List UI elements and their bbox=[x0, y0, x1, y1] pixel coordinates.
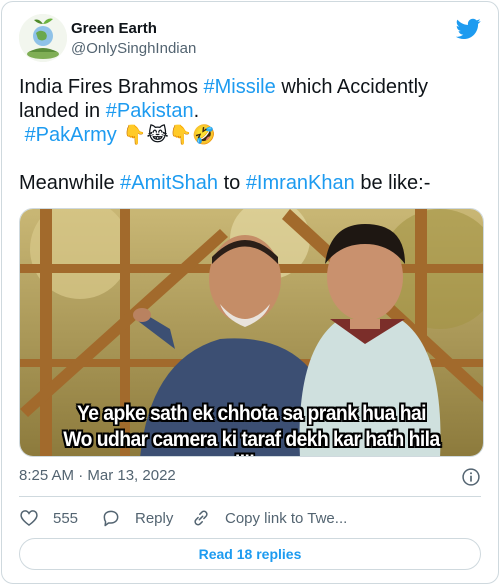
like-count: 555 bbox=[53, 509, 79, 527]
tweet-text-segment: which Accidently bbox=[275, 76, 429, 98]
tweet-text-segment: . bbox=[193, 100, 200, 122]
tweet-timestamp[interactable]: 8:25 AM · Mar 13, 2022 bbox=[19, 467, 176, 484]
tweet-text-segment: be like:- bbox=[354, 172, 431, 194]
tweet-text-line bbox=[19, 147, 484, 171]
tweet-card[interactable]: Green Earth @OnlySinghIndian India Fires… bbox=[1, 1, 499, 584]
hashtag-link[interactable]: #AmitShah bbox=[120, 172, 218, 194]
tweet-text-segment: Meanwhile bbox=[19, 172, 121, 194]
tweet-text-line: #PakArmy 👇😹👇🤣 bbox=[19, 123, 484, 147]
tweet-text-segment: to bbox=[218, 172, 246, 194]
meme-caption-line-1: Ye apke sath ek chhota sa prank hua hai bbox=[77, 402, 426, 425]
tweet-header: Green Earth @OnlySinghIndian bbox=[19, 14, 486, 64]
copy-link-button[interactable]: Copy link to Twe... bbox=[191, 507, 347, 529]
read-replies-button[interactable]: Read 18 replies bbox=[19, 538, 481, 570]
copy-link-label: Copy link to Twe... bbox=[225, 509, 348, 527]
reply-button[interactable]: Reply bbox=[101, 507, 173, 529]
tweet-text-segment bbox=[19, 148, 25, 170]
meme-image[interactable]: Ye apke sath ek chhota sa prank hua hai … bbox=[19, 208, 484, 457]
read-replies-label: Read 18 replies bbox=[198, 546, 302, 562]
tweet-text-segment: landed in bbox=[19, 100, 106, 122]
display-name[interactable]: Green Earth bbox=[71, 20, 157, 37]
hashtag-link[interactable]: #PakArmy bbox=[25, 124, 117, 146]
tweet-text-line: India Fires Brahmos #Missile which Accid… bbox=[19, 75, 484, 99]
tweet-text: India Fires Brahmos #Missile which Accid… bbox=[19, 75, 484, 195]
tweet-text-line: landed in #Pakistan. bbox=[19, 99, 484, 123]
reply-label: Reply bbox=[135, 509, 174, 527]
heart-icon bbox=[20, 510, 38, 527]
hashtag-link[interactable]: #Pakistan bbox=[106, 100, 194, 122]
avatar[interactable] bbox=[19, 14, 67, 62]
tweet-text-line: Meanwhile #AmitShah to #ImranKhan be lik… bbox=[19, 171, 484, 195]
link-icon bbox=[194, 510, 208, 526]
info-icon[interactable] bbox=[461, 467, 481, 487]
hashtag-link[interactable]: #ImranKhan bbox=[246, 172, 355, 194]
user-handle[interactable]: @OnlySinghIndian bbox=[71, 40, 196, 57]
hashtag-link[interactable]: #Missile bbox=[204, 76, 276, 98]
divider bbox=[19, 496, 481, 497]
twitter-bird-icon[interactable] bbox=[456, 16, 481, 41]
tweet-actions: 555 Reply Copy link to Twe... bbox=[19, 507, 481, 531]
tweet-text-segment: India Fires Brahmos bbox=[19, 76, 204, 98]
reply-icon bbox=[103, 510, 119, 527]
meme-caption-line-2: Wo udhar camera ki taraf dekh kar hath h… bbox=[63, 428, 440, 456]
emoji-text: 👇😹👇🤣 bbox=[116, 124, 217, 146]
like-button[interactable]: 555 bbox=[19, 507, 78, 529]
